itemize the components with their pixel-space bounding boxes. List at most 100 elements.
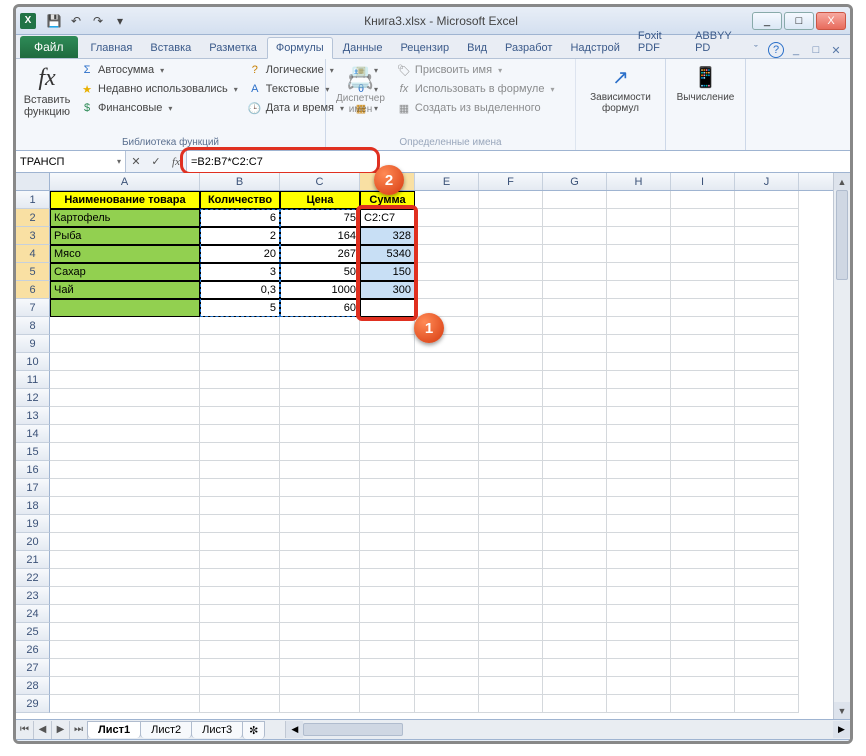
cell[interactable] <box>735 425 799 443</box>
cell[interactable] <box>360 695 415 713</box>
sheet-tab-3[interactable]: Лист3 <box>191 721 243 738</box>
cell[interactable] <box>607 335 671 353</box>
cell[interactable] <box>200 497 280 515</box>
cell[interactable] <box>735 191 799 209</box>
cell[interactable] <box>50 443 200 461</box>
cell[interactable] <box>50 551 200 569</box>
cell[interactable] <box>671 461 735 479</box>
cell[interactable] <box>607 533 671 551</box>
cell[interactable] <box>360 641 415 659</box>
cell[interactable] <box>415 533 479 551</box>
cell[interactable] <box>200 569 280 587</box>
cell[interactable] <box>415 605 479 623</box>
cell[interactable] <box>479 695 543 713</box>
mdi-close-icon[interactable]: ✕ <box>828 42 844 58</box>
cell[interactable] <box>360 389 415 407</box>
cell[interactable] <box>479 551 543 569</box>
tab-abbyy[interactable]: ABBYY PD <box>687 26 747 58</box>
cell[interactable] <box>200 659 280 677</box>
zoom-in-button[interactable]: + <box>828 744 842 745</box>
cell[interactable] <box>543 677 607 695</box>
cell[interactable] <box>280 317 360 335</box>
cell[interactable] <box>280 641 360 659</box>
row-header-14[interactable]: 14 <box>16 425 50 443</box>
cell[interactable] <box>671 659 735 677</box>
cell[interactable] <box>415 443 479 461</box>
cancel-formula-button[interactable]: ✕ <box>126 155 146 168</box>
cell-C6[interactable]: 1000 <box>280 281 360 299</box>
cell[interactable] <box>607 479 671 497</box>
cell[interactable] <box>543 551 607 569</box>
cell[interactable] <box>735 443 799 461</box>
cell[interactable] <box>479 335 543 353</box>
cell[interactable] <box>671 317 735 335</box>
cell[interactable] <box>671 353 735 371</box>
cell[interactable] <box>200 317 280 335</box>
cell[interactable] <box>360 659 415 677</box>
cell-D6[interactable]: 300 <box>360 281 415 299</box>
cell-B3[interactable]: 2 <box>200 227 280 245</box>
cell[interactable] <box>607 353 671 371</box>
cell[interactable] <box>50 407 200 425</box>
cell[interactable] <box>479 587 543 605</box>
cell[interactable] <box>50 587 200 605</box>
cell[interactable] <box>360 587 415 605</box>
cell-A4[interactable]: Мясо <box>50 245 200 263</box>
cell[interactable] <box>543 263 607 281</box>
zoom-control[interactable]: 100% − + <box>694 744 842 745</box>
cell[interactable] <box>735 623 799 641</box>
cell[interactable] <box>280 569 360 587</box>
cell[interactable] <box>50 479 200 497</box>
close-button[interactable]: X <box>816 12 846 30</box>
cell[interactable] <box>735 605 799 623</box>
cell[interactable] <box>479 353 543 371</box>
cell[interactable] <box>415 569 479 587</box>
row-header-8[interactable]: 8 <box>16 317 50 335</box>
cell[interactable] <box>607 245 671 263</box>
cell-C2[interactable]: 75 <box>280 209 360 227</box>
cell[interactable] <box>415 407 479 425</box>
cell[interactable] <box>543 425 607 443</box>
cell[interactable] <box>360 515 415 533</box>
cell[interactable] <box>360 443 415 461</box>
row-header-13[interactable]: 13 <box>16 407 50 425</box>
tab-addins[interactable]: Надстрой <box>562 38 627 58</box>
cell[interactable] <box>607 497 671 515</box>
cell-C1[interactable]: Цена <box>280 191 360 209</box>
cell[interactable] <box>735 551 799 569</box>
cell[interactable] <box>735 389 799 407</box>
cell[interactable] <box>415 389 479 407</box>
sheet-nav-next[interactable]: ▶ <box>52 721 70 739</box>
cell[interactable] <box>200 605 280 623</box>
cell[interactable] <box>543 317 607 335</box>
cell[interactable] <box>479 425 543 443</box>
cell[interactable] <box>280 497 360 515</box>
row-header-19[interactable]: 19 <box>16 515 50 533</box>
sheet-tab-1[interactable]: Лист1 <box>87 721 141 738</box>
cell[interactable] <box>671 695 735 713</box>
cell[interactable] <box>607 695 671 713</box>
cell[interactable] <box>50 425 200 443</box>
cell[interactable] <box>360 317 415 335</box>
tab-review[interactable]: Рецензир <box>392 38 457 58</box>
cell[interactable] <box>671 407 735 425</box>
row-header-15[interactable]: 15 <box>16 443 50 461</box>
cell[interactable] <box>50 371 200 389</box>
cell[interactable] <box>415 191 479 209</box>
cell[interactable] <box>479 299 543 317</box>
tab-data[interactable]: Данные <box>335 38 391 58</box>
cell[interactable] <box>543 443 607 461</box>
cell[interactable] <box>671 389 735 407</box>
cell[interactable] <box>543 605 607 623</box>
cell[interactable] <box>479 659 543 677</box>
cell[interactable] <box>415 515 479 533</box>
cell[interactable] <box>543 695 607 713</box>
cell[interactable] <box>200 479 280 497</box>
cell[interactable] <box>479 389 543 407</box>
cell[interactable] <box>415 371 479 389</box>
row-header-6[interactable]: 6 <box>16 281 50 299</box>
cell[interactable] <box>50 677 200 695</box>
vertical-scrollbar[interactable]: ▲ ▼ <box>833 173 850 719</box>
cell[interactable] <box>671 443 735 461</box>
cell[interactable] <box>543 407 607 425</box>
